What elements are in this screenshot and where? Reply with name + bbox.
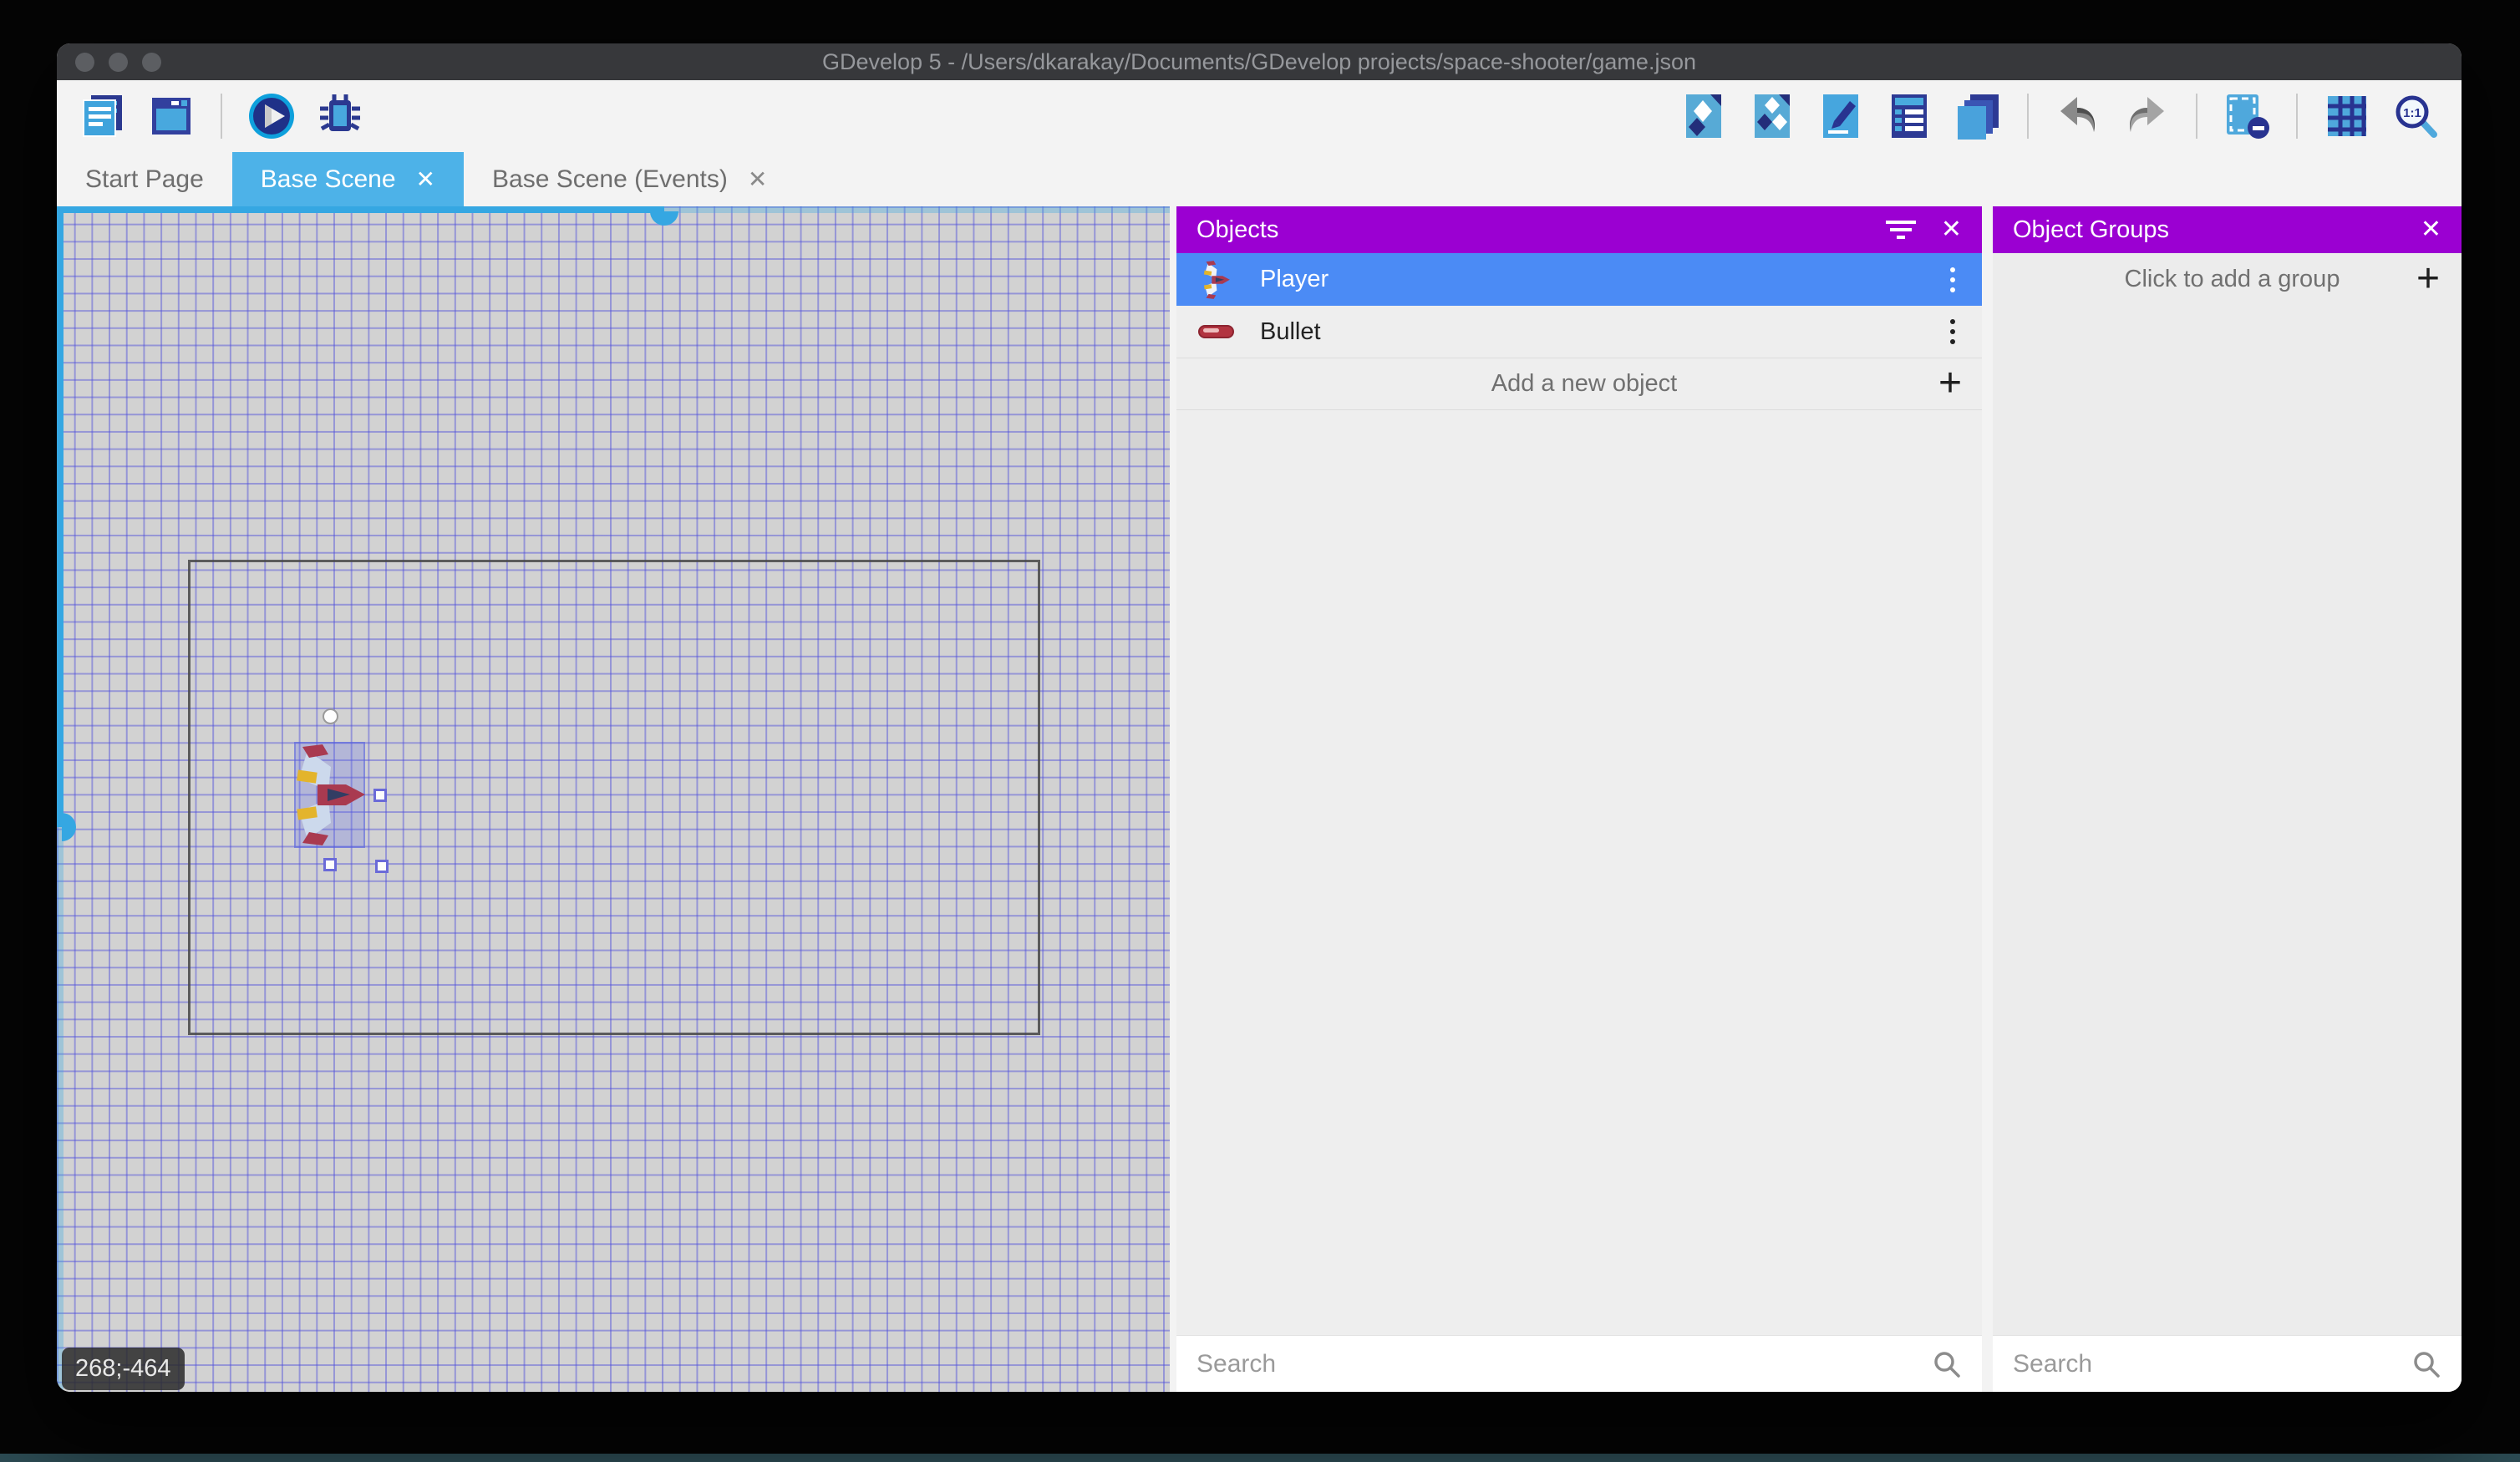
toggle-window-mask-icon[interactable] [2223,92,2271,140]
rotate-handle[interactable] [323,708,338,724]
resize-handle-bottom[interactable] [323,858,337,871]
horizontal-scrollbar-thumb[interactable] [650,211,678,226]
toolbar-divider [2296,94,2298,139]
player-instance-sprite[interactable] [294,742,366,852]
tab-base-scene-events[interactable]: Base Scene (Events) ✕ [464,152,795,206]
add-object-label: Add a new object [1196,370,1938,398]
objects-search-input[interactable] [1196,1350,1932,1378]
object-name: Bullet [1260,318,1920,346]
desktop-wallpaper-strip [0,1454,2520,1462]
vertical-scrollbar[interactable] [57,206,64,827]
object-row-player[interactable]: Player [1176,253,1982,306]
toggle-grid-icon[interactable] [2323,92,2371,140]
add-object-row[interactable]: Add a new object + [1176,358,1982,410]
object-groups-panel-header: Object Groups ✕ [1993,206,2462,253]
tab-label: Base Scene (Events) [492,165,728,194]
debugger-icon[interactable] [316,92,364,140]
search-icon[interactable] [1932,1349,1962,1379]
open-properties-panel-icon[interactable] [1816,92,1865,140]
undo-icon[interactable] [2054,92,2102,140]
main-toolbar: 1:1 [57,80,2462,152]
object-groups-panel: Object Groups ✕ Click to add a group + [1993,206,2462,1392]
objects-search-bar [1176,1336,1982,1392]
editor-tabs: Start Page Base Scene ✕ Base Scene (Even… [57,152,2462,206]
redo-icon[interactable] [2122,92,2171,140]
tab-label: Base Scene [261,165,396,194]
open-instances-list-icon[interactable] [1885,92,1933,140]
gdevelop-window: GDevelop 5 - /Users/dkarakay/Documents/G… [57,43,2462,1392]
search-icon[interactable] [2411,1349,2441,1379]
tab-base-scene[interactable]: Base Scene ✕ [232,152,464,206]
vertical-scrollbar-track[interactable] [57,827,64,1392]
add-group-label: Click to add a group [2014,266,2416,293]
svg-text:1:1: 1:1 [2403,106,2421,120]
open-object-groups-panel-icon[interactable] [1748,92,1796,140]
objects-panel: Objects ✕ Player [1176,206,1982,1392]
project-manager-icon[interactable] [79,92,127,140]
object-menu-icon[interactable] [1943,267,1962,292]
start-page-icon[interactable] [147,92,196,140]
vertical-scrollbar-thumb[interactable] [62,813,76,841]
toolbar-divider [2027,94,2029,139]
objects-panel-header: Objects ✕ [1176,206,1982,253]
close-icon[interactable]: ✕ [748,168,767,191]
resize-handle-right[interactable] [373,789,387,802]
horizontal-scrollbar[interactable] [57,206,664,213]
object-menu-icon[interactable] [1943,319,1962,344]
object-row-bullet[interactable]: Bullet [1176,306,1982,358]
bullet-thumbnail [1196,312,1237,352]
cursor-coordinates-badge: 268;-464 [62,1348,185,1390]
close-icon[interactable]: ✕ [2421,217,2441,242]
open-objects-panel-icon[interactable] [1679,92,1728,140]
groups-search-bar [1993,1336,2462,1392]
toolbar-left-group [79,92,364,140]
player-thumbnail [1196,260,1237,300]
close-icon[interactable]: ✕ [1941,217,1962,242]
horizontal-scrollbar-track[interactable] [664,206,1170,213]
play-preview-icon[interactable] [247,92,296,140]
plus-icon[interactable]: + [2416,263,2440,295]
open-layers-panel-icon[interactable] [1954,92,2002,140]
scene-editor-canvas[interactable]: 268;-464 [57,206,1170,1392]
tab-label: Start Page [85,165,204,194]
toolbar-divider [2196,94,2197,139]
resize-handle-corner[interactable] [375,860,389,873]
object-name: Player [1260,266,1920,293]
add-group-row[interactable]: Click to add a group + [1993,253,2462,305]
filter-icon[interactable] [1886,221,1916,239]
object-groups-panel-title: Object Groups [2013,216,2396,244]
close-icon[interactable]: ✕ [416,168,435,191]
toolbar-right-group: 1:1 [1679,92,2440,140]
title-bar: GDevelop 5 - /Users/dkarakay/Documents/G… [57,43,2462,80]
plus-icon[interactable]: + [1938,368,1962,399]
toolbar-divider [221,94,222,139]
objects-panel-title: Objects [1196,216,1861,244]
groups-search-input[interactable] [2013,1350,2411,1378]
window-title: GDevelop 5 - /Users/dkarakay/Documents/G… [57,49,2462,75]
zoom-1-1-icon[interactable]: 1:1 [2391,92,2440,140]
tab-start-page[interactable]: Start Page [57,152,232,206]
